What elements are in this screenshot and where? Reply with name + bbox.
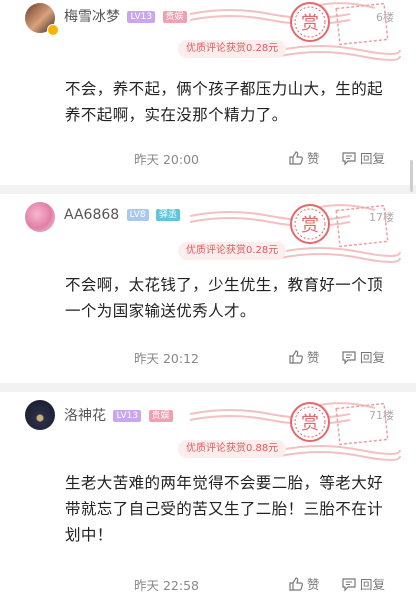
reply-button[interactable]: 回复	[341, 148, 385, 167]
like-button[interactable]: 赞	[288, 148, 320, 167]
comment-text: 不会啊，太花钱了，少生优生，教育好一个顶一个为国家输送优秀人才。	[65, 276, 384, 320]
comment-time: 昨天 22:58	[134, 578, 199, 593]
reply-icon	[342, 351, 356, 365]
reward-stamp: 赏 优质评论获赏0.28元	[170, 0, 402, 64]
thumbs-up-icon	[289, 151, 303, 165]
comment-item: AA6868 LV8 驿丞 17楼 赏 优质评论获赏0.28元 不会啊，太花钱了…	[0, 194, 416, 388]
divider	[0, 185, 416, 194]
reward-label: 优质评论获赏0.28元	[178, 242, 287, 260]
scrollbar[interactable]	[410, 160, 413, 192]
thumbs-up-icon	[289, 350, 303, 364]
like-button[interactable]: 赞	[288, 347, 320, 366]
like-label: 赞	[307, 350, 320, 365]
reply-button[interactable]: 回复	[341, 574, 385, 593]
reply-label: 回复	[360, 151, 386, 166]
divider	[0, 383, 416, 392]
username-text[interactable]: AA6868	[64, 207, 119, 223]
comment-text: 生老大苦难的两年觉得不会要二胎，等老大好带就忘了自己受的苦又生了二胎！三胎不在计…	[65, 474, 384, 544]
reward-stamp: 赏 优质评论获赏0.88元	[170, 400, 402, 464]
avatar[interactable]	[25, 202, 55, 232]
like-label: 赞	[307, 577, 320, 592]
stamp-char: 赏	[301, 413, 319, 434]
stamp-char: 赏	[301, 215, 319, 236]
level-badge: LV13	[113, 410, 142, 422]
comment-time: 昨天 20:00	[134, 152, 199, 167]
username[interactable]: AA6868 LV8 驿丞	[64, 207, 181, 223]
verified-icon	[47, 24, 59, 36]
avatar[interactable]	[25, 400, 55, 430]
reply-button[interactable]: 回复	[341, 347, 385, 366]
reward-label: 优质评论获赏0.28元	[178, 40, 287, 58]
reply-icon	[342, 152, 356, 166]
username-text[interactable]: 梅雪冰梦	[64, 9, 120, 25]
reward-stamp: 赏 优质评论获赏0.28元	[170, 202, 402, 266]
level-badge: LV8	[126, 209, 149, 221]
reply-label: 回复	[360, 577, 386, 592]
reply-label: 回复	[360, 350, 386, 365]
comment-item: 梅雪冰梦 LV13 贵娱 6楼 赏 优质评论获赏0.28元 不会，养不起，俩个孩…	[0, 0, 416, 190]
username-text[interactable]: 洛神花	[64, 408, 106, 424]
like-button[interactable]: 赞	[288, 574, 320, 593]
reply-icon	[342, 578, 356, 592]
role-badge: 贵娱	[148, 410, 173, 422]
reward-label: 优质评论获赏0.88元	[178, 440, 287, 458]
username[interactable]: 洛神花 LV13 贵娱	[64, 405, 173, 425]
stamp-char: 赏	[301, 13, 319, 34]
comment-text: 不会，养不起，俩个孩子都压力山大，生的起养不起啊，实在没那个精力了。	[65, 80, 384, 124]
level-badge: LV13	[127, 11, 156, 23]
comment-item: 洛神花 LV13 贵娱 71楼 赏 优质评论获赏0.88元 生老大苦难的两年觉得…	[0, 392, 416, 600]
like-label: 赞	[307, 151, 320, 166]
comment-time: 昨天 20:12	[134, 351, 199, 366]
thumbs-up-icon	[289, 577, 303, 591]
username[interactable]: 梅雪冰梦 LV13 贵娱	[64, 6, 187, 26]
